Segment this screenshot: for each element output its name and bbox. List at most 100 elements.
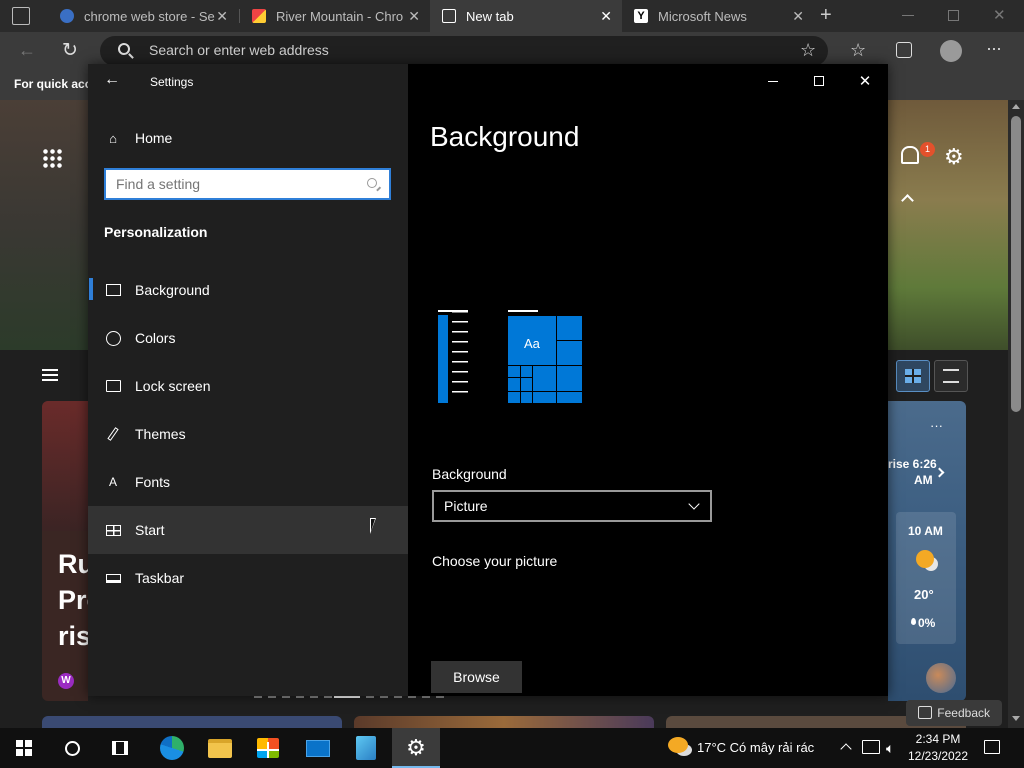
edge-icon: [160, 736, 184, 760]
nav-label: Fonts: [135, 474, 171, 490]
back-icon[interactable]: ←: [18, 40, 36, 61]
new-tab-button[interactable]: +: [820, 4, 832, 27]
home-icon: ⌂: [109, 130, 117, 146]
taskbar-settings-icon-wrap[interactable]: ⚙: [392, 728, 440, 768]
taskbar-clock[interactable]: 2:34 PM 12/23/2022: [904, 731, 972, 765]
minimize-browser-icon[interactable]: [902, 15, 914, 16]
collections-icon[interactable]: [896, 42, 912, 58]
nav-colors[interactable]: Colors: [88, 314, 408, 362]
taskbar-mail[interactable]: [294, 728, 342, 768]
page-settings-gear-icon[interactable]: ⚙: [944, 144, 964, 170]
nav-label: Start: [135, 522, 165, 538]
tab-chrome-web-store[interactable]: chrome web store - Se ✕: [48, 0, 238, 32]
scroll-down-arrow[interactable]: [1012, 716, 1020, 721]
apps-launcher-icon[interactable]: [42, 148, 62, 168]
start-button[interactable]: [0, 728, 48, 768]
find-setting-input[interactable]: [116, 175, 356, 193]
news-card-image: [42, 401, 88, 531]
maximize-button[interactable]: [796, 66, 842, 96]
clock-time: 2:34 PM: [915, 732, 961, 746]
fonts-icon: A: [108, 475, 117, 489]
lock-screen-icon: [105, 378, 121, 394]
more-menu-icon[interactable]: ···: [986, 38, 1002, 59]
tab-title: chrome web store - Se: [84, 8, 215, 24]
mouse-cursor-outline: [371, 519, 375, 531]
search-taskbar-button[interactable]: [48, 728, 96, 768]
grid-layout-icon: [905, 369, 921, 383]
forecast-precip: 0%: [918, 616, 936, 630]
preview-tile-text: Aa: [524, 336, 540, 351]
gallery-icon: [252, 9, 266, 23]
settings-gear-icon: ⚙: [406, 735, 426, 760]
favorites-icon[interactable]: ☆: [850, 40, 866, 61]
cortana-circle-icon: [64, 740, 80, 756]
refresh-icon[interactable]: ↻: [62, 39, 78, 62]
taskbar-icon: [105, 570, 121, 586]
browse-button[interactable]: Browse: [431, 661, 522, 693]
nav-home[interactable]: ⌂ Home: [88, 114, 408, 162]
document-app-icon: [356, 736, 376, 760]
nav-start[interactable]: Start: [88, 506, 408, 554]
scroll-up-arrow[interactable]: [1012, 104, 1020, 109]
group-label: Personalization: [104, 224, 208, 240]
scrollbar-thumb[interactable]: [1011, 116, 1021, 412]
nav-home-label: Home: [135, 130, 173, 146]
tab-title: River Mountain - Chro: [276, 8, 404, 24]
weather-more-icon[interactable]: ···: [930, 418, 943, 433]
settings-search-box[interactable]: [104, 168, 391, 200]
nav-taskbar[interactable]: Taskbar: [88, 554, 408, 602]
close-tab-icon[interactable]: ✕: [216, 8, 228, 25]
action-center-icon[interactable]: [984, 740, 1000, 754]
settings-back-button[interactable]: ←: [104, 71, 120, 89]
publisher-logo: W: [58, 673, 74, 689]
taskbar-edge[interactable]: [148, 728, 196, 768]
preview-top-line: [438, 310, 468, 312]
nav-background[interactable]: Background: [88, 266, 408, 314]
close-tab-icon[interactable]: ✕: [792, 8, 804, 25]
close-tab-icon[interactable]: ✕: [600, 8, 612, 25]
weather-tray-icon[interactable]: [668, 737, 688, 753]
mail-icon: [306, 739, 330, 757]
copilot-avatar-icon[interactable]: [926, 663, 956, 693]
tab-microsoft-news[interactable]: Y Microsoft News ✕: [622, 0, 814, 32]
picture-icon: [105, 282, 121, 298]
preview-tile-top-line: [508, 310, 538, 312]
nav-label: Taskbar: [135, 570, 185, 586]
close-icon: ✕: [858, 73, 872, 90]
store-icon: [257, 738, 279, 758]
notifications-bell-icon[interactable]: [901, 146, 919, 164]
taskbar-store[interactable]: [244, 728, 292, 768]
tab-actions-icon[interactable]: [12, 7, 30, 25]
minimize-icon: [768, 80, 778, 82]
tab-new-tab[interactable]: New tab ✕: [430, 0, 622, 32]
list-layout-icon: [943, 369, 959, 383]
add-favorite-icon[interactable]: ☆: [800, 40, 816, 61]
close-button[interactable]: ✕: [842, 66, 888, 96]
minimize-button[interactable]: [750, 66, 796, 96]
nav-lock-screen[interactable]: Lock screen: [88, 362, 408, 410]
headline-line: Pro: [58, 585, 88, 615]
task-view-button[interactable]: [96, 728, 144, 768]
restore-browser-icon[interactable]: [948, 10, 959, 21]
close-browser-icon[interactable]: ✕: [993, 6, 1006, 24]
start-icon: [105, 522, 121, 538]
search-handle: [376, 186, 381, 192]
nav-label: Colors: [135, 330, 176, 346]
taskbar-app[interactable]: [342, 728, 390, 768]
network-icon[interactable]: [862, 740, 880, 754]
preview-start-menu-column: [438, 315, 448, 403]
profile-avatar[interactable]: [940, 40, 962, 62]
volume-icon[interactable]: 🔈︎: [886, 740, 894, 757]
tab-river-mountain[interactable]: River Mountain - Chro ✕: [240, 0, 430, 32]
weather-tray-text[interactable]: 17°C Có mây rải rác: [697, 740, 814, 755]
nav-fonts[interactable]: A Fonts: [88, 458, 408, 506]
droplet-icon: [911, 618, 916, 625]
news-card-headline[interactable]: Ru Pro ris: [58, 546, 88, 654]
palette-icon: [105, 330, 121, 346]
nav-themes[interactable]: Themes: [88, 410, 408, 458]
background-dropdown[interactable]: Picture: [432, 490, 712, 522]
feedback-icon: [918, 706, 932, 719]
close-tab-icon[interactable]: ✕: [408, 8, 420, 25]
taskbar-file-explorer[interactable]: [196, 728, 244, 768]
partly-cloudy-icon: [916, 550, 934, 568]
